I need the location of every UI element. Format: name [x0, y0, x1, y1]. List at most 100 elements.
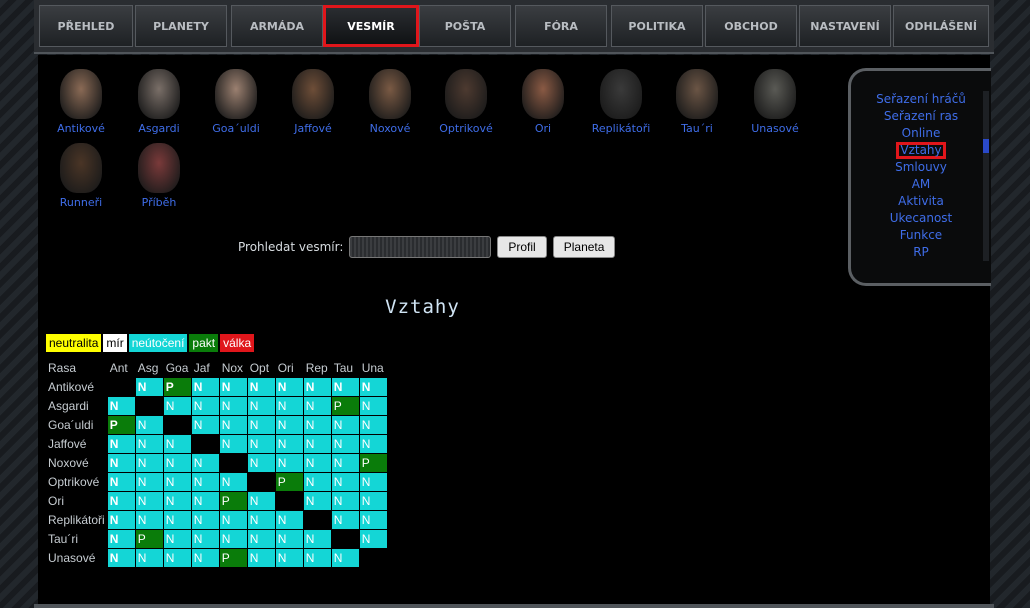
relation-cell[interactable]: [219, 454, 247, 472]
race-name[interactable]: Replikátoři: [586, 122, 656, 135]
relation-cell[interactable]: [163, 416, 191, 434]
relation-cell[interactable]: P: [219, 549, 247, 567]
sidebar-link[interactable]: Smlouvy: [859, 159, 983, 176]
relation-cell[interactable]: N: [219, 435, 247, 453]
relation-cell[interactable]: N: [107, 435, 135, 453]
race-avatar[interactable]: [522, 69, 564, 119]
race-name[interactable]: Optrikové: [431, 122, 501, 135]
nav-item-8[interactable]: NASTAVENÍ: [799, 5, 891, 47]
race-avatar[interactable]: [292, 69, 334, 119]
race-portrait[interactable]: Asgardi: [124, 69, 194, 135]
race-portrait[interactable]: Antikové: [46, 69, 116, 135]
relation-cell[interactable]: [275, 492, 303, 510]
relation-cell[interactable]: N: [275, 530, 303, 548]
relation-cell[interactable]: N: [275, 378, 303, 396]
nav-item-4[interactable]: POŠTA: [419, 5, 511, 47]
race-avatar[interactable]: [138, 69, 180, 119]
relation-cell[interactable]: N: [247, 378, 275, 396]
race-name[interactable]: Asgardi: [124, 122, 194, 135]
race-name[interactable]: Goa´uldi: [201, 122, 271, 135]
relation-cell[interactable]: N: [359, 511, 387, 529]
race-portrait[interactable]: Unasové: [740, 69, 810, 135]
race-avatar[interactable]: [445, 69, 487, 119]
race-avatar[interactable]: [754, 69, 796, 119]
relation-cell[interactable]: [359, 549, 387, 567]
planet-button[interactable]: Planeta: [552, 236, 616, 258]
relation-cell[interactable]: N: [247, 511, 275, 529]
sidebar-link[interactable]: Vztahy: [896, 142, 946, 159]
relation-cell[interactable]: N: [331, 435, 359, 453]
relation-cell[interactable]: N: [163, 492, 191, 510]
race-portrait[interactable]: Tau´ri: [662, 69, 732, 135]
relation-cell[interactable]: N: [359, 530, 387, 548]
nav-item-0[interactable]: PŘEHLED: [39, 5, 133, 47]
sidebar-link[interactable]: RP: [859, 244, 983, 261]
relation-cell[interactable]: N: [247, 454, 275, 472]
relation-cell[interactable]: N: [219, 397, 247, 415]
nav-item-2[interactable]: ARMÁDA: [231, 5, 323, 47]
race-avatar[interactable]: [676, 69, 718, 119]
relation-cell[interactable]: P: [135, 530, 163, 548]
relation-cell[interactable]: N: [219, 378, 247, 396]
relation-cell[interactable]: N: [135, 454, 163, 472]
race-name[interactable]: Runneři: [46, 196, 116, 209]
relation-cell[interactable]: N: [359, 378, 387, 396]
relation-cell[interactable]: N: [163, 511, 191, 529]
sidebar-link[interactable]: Funkce: [859, 227, 983, 244]
relation-cell[interactable]: N: [275, 511, 303, 529]
relation-cell[interactable]: P: [275, 473, 303, 491]
race-name[interactable]: Antikové: [46, 122, 116, 135]
relation-cell[interactable]: N: [359, 473, 387, 491]
nav-item-9[interactable]: ODHLÁŠENÍ: [893, 5, 989, 47]
race-portrait[interactable]: Ori: [508, 69, 578, 135]
relation-cell[interactable]: N: [219, 416, 247, 434]
relation-cell[interactable]: N: [331, 416, 359, 434]
relation-cell[interactable]: N: [163, 473, 191, 491]
relation-cell[interactable]: N: [107, 492, 135, 510]
relation-cell[interactable]: [191, 435, 219, 453]
relation-cell[interactable]: P: [331, 397, 359, 415]
race-name[interactable]: Ori: [508, 122, 578, 135]
sidebar-link[interactable]: Seřazení ras: [859, 108, 983, 125]
race-avatar[interactable]: [369, 69, 411, 119]
relation-cell[interactable]: N: [247, 530, 275, 548]
relation-cell[interactable]: P: [219, 492, 247, 510]
race-name[interactable]: Jaffové: [278, 122, 348, 135]
race-avatar[interactable]: [60, 143, 102, 193]
relation-cell[interactable]: N: [107, 473, 135, 491]
relation-cell[interactable]: N: [191, 397, 219, 415]
sidebar-link[interactable]: AM: [859, 176, 983, 193]
relation-cell[interactable]: N: [331, 454, 359, 472]
relation-cell[interactable]: N: [303, 530, 331, 548]
relation-cell[interactable]: N: [275, 549, 303, 567]
relation-cell[interactable]: N: [135, 435, 163, 453]
relation-cell[interactable]: [303, 511, 331, 529]
relation-cell[interactable]: N: [191, 530, 219, 548]
relation-cell[interactable]: N: [331, 549, 359, 567]
race-portrait[interactable]: Runneři: [46, 143, 116, 209]
relation-cell[interactable]: N: [303, 454, 331, 472]
relation-cell[interactable]: N: [163, 454, 191, 472]
race-avatar[interactable]: [138, 143, 180, 193]
relation-cell[interactable]: N: [191, 416, 219, 434]
sidebar-link[interactable]: Aktivita: [859, 193, 983, 210]
relation-cell[interactable]: N: [219, 473, 247, 491]
relation-cell[interactable]: N: [163, 549, 191, 567]
relation-cell[interactable]: P: [359, 454, 387, 472]
relation-cell[interactable]: N: [191, 492, 219, 510]
relation-cell[interactable]: N: [275, 435, 303, 453]
race-name[interactable]: Noxové: [355, 122, 425, 135]
relation-cell[interactable]: N: [303, 492, 331, 510]
sidebar-link[interactable]: Ukecanost: [859, 210, 983, 227]
relation-cell[interactable]: N: [247, 397, 275, 415]
relation-cell[interactable]: N: [247, 549, 275, 567]
relation-cell[interactable]: N: [359, 435, 387, 453]
relation-cell[interactable]: N: [135, 473, 163, 491]
relation-cell[interactable]: N: [135, 511, 163, 529]
nav-item-6[interactable]: POLITIKA: [611, 5, 703, 47]
relation-cell[interactable]: N: [247, 435, 275, 453]
relation-cell[interactable]: N: [359, 416, 387, 434]
race-portrait[interactable]: Replikátoři: [586, 69, 656, 135]
relation-cell[interactable]: N: [107, 397, 135, 415]
race-name[interactable]: Příběh: [124, 196, 194, 209]
